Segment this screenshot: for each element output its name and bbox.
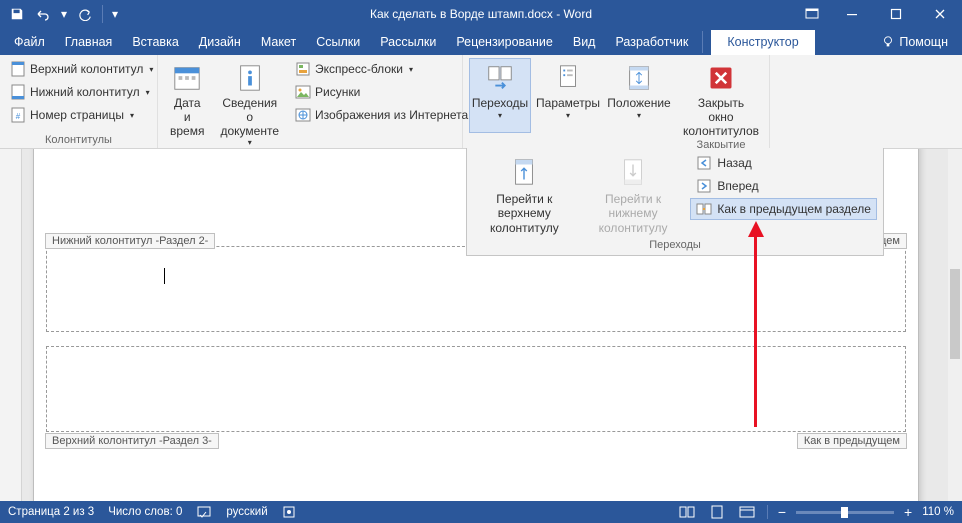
footer-zone[interactable] <box>46 246 906 332</box>
link-previous-icon <box>696 201 712 217</box>
doc-info-button[interactable]: Сведения о документе▾ <box>214 58 285 148</box>
nav-forward-button[interactable]: Вперед <box>690 175 877 197</box>
header-icon <box>10 61 26 77</box>
minimize-icon[interactable] <box>830 0 874 28</box>
back-icon <box>696 155 712 171</box>
quick-access-toolbar: ▾ ▾ <box>0 3 121 25</box>
zoom-slider[interactable] <box>796 511 894 514</box>
bulb-icon <box>881 35 895 49</box>
quick-parts-icon <box>295 61 311 77</box>
calendar-icon <box>171 62 203 94</box>
tab-design[interactable]: Дизайн <box>189 30 251 55</box>
zoom-in-button[interactable]: + <box>904 504 912 520</box>
picture-icon <box>295 84 311 100</box>
link-prev-tag-2: Как в предыдущем <box>797 433 907 449</box>
undo-dropdown-icon[interactable]: ▾ <box>58 3 70 25</box>
tab-home[interactable]: Главная <box>55 30 123 55</box>
tab-file[interactable]: Файл <box>4 30 55 55</box>
tab-developer[interactable]: Разработчик <box>605 30 698 55</box>
footer-icon <box>10 84 26 100</box>
options-button[interactable]: Параметры▾ <box>535 58 601 133</box>
web-layout-icon[interactable] <box>737 504 757 520</box>
tab-review[interactable]: Рецензирование <box>446 30 563 55</box>
footer-tag: Нижний колонтитул -Раздел 2- <box>45 233 215 249</box>
quick-parts-button[interactable]: Экспресс-блоки▾ <box>291 58 472 80</box>
vertical-ruler <box>0 149 22 501</box>
tell-me[interactable]: Помощн <box>873 35 962 55</box>
read-mode-icon[interactable] <box>677 504 697 520</box>
window-controls <box>734 0 962 28</box>
tab-layout[interactable]: Макет <box>251 30 306 55</box>
position-icon <box>623 62 655 94</box>
goto-header-icon <box>508 156 540 188</box>
ribbon: Верхний колонтитул▾ Нижний колонтитул▾ #… <box>0 55 962 149</box>
zoom-out-button[interactable]: − <box>778 504 786 520</box>
close-x-icon <box>705 62 737 94</box>
tab-mailings[interactable]: Рассылки <box>370 30 446 55</box>
goto-footer-button: Перейти к нижнему колонтитулу <box>582 152 685 237</box>
tab-insert[interactable]: Вставка <box>122 30 188 55</box>
header-tag: Верхний колонтитул -Раздел 3- <box>45 433 219 449</box>
transitions-button[interactable]: Переходы▾ <box>469 58 531 133</box>
ribbon-tabs: Файл Главная Вставка Дизайн Макет Ссылки… <box>0 28 962 55</box>
transitions-panel: Перейти к верхнему колонтитулу Перейти к… <box>466 148 884 256</box>
zoom-slider-knob[interactable] <box>841 507 848 518</box>
redo-icon[interactable] <box>74 3 96 25</box>
status-bar: Страница 2 из 3 Число слов: 0 русский − … <box>0 501 962 523</box>
qat-customize-icon[interactable]: ▾ <box>109 3 121 25</box>
options-icon <box>552 62 584 94</box>
scrollbar-thumb[interactable] <box>950 269 960 359</box>
group-navigation: Переходы▾ Параметры▾ Положение▾ <box>463 55 673 148</box>
status-words[interactable]: Число слов: 0 <box>108 506 182 518</box>
panel-label: Переходы <box>473 237 877 253</box>
header-button[interactable]: Верхний колонтитул▾ <box>6 58 157 80</box>
transitions-icon <box>484 62 516 94</box>
pictures-button[interactable]: Рисунки <box>291 81 472 103</box>
spellcheck-icon[interactable] <box>196 505 212 519</box>
zoom-level[interactable]: 110 % <box>922 506 954 518</box>
group-label: Колонтитулы <box>6 133 151 148</box>
macro-icon[interactable] <box>282 505 296 519</box>
group-close: Закрыть окно колонтитулов Закрытие <box>673 55 770 148</box>
print-layout-icon[interactable] <box>707 504 727 520</box>
footer-button[interactable]: Нижний колонтитул▾ <box>6 81 157 103</box>
forward-icon <box>696 178 712 194</box>
group-headers-footers: Верхний колонтитул▾ Нижний колонтитул▾ #… <box>0 55 158 148</box>
page-number-button[interactable]: # Номер страницы▾ <box>6 104 157 126</box>
nav-back-button[interactable]: Назад <box>690 152 877 174</box>
text-cursor <box>164 268 165 284</box>
online-pictures-button[interactable]: Изображения из Интернета <box>291 104 472 126</box>
save-icon[interactable] <box>6 3 28 25</box>
undo-icon[interactable] <box>32 3 54 25</box>
doc-info-icon <box>234 62 266 94</box>
vertical-scrollbar[interactable] <box>948 149 962 501</box>
header-label: Верхний колонтитул <box>30 62 143 76</box>
group-insert: Дата и время Сведения о документе▾ Экспр… <box>158 55 463 148</box>
goto-footer-icon <box>617 156 649 188</box>
goto-header-button[interactable]: Перейти к верхнему колонтитулу <box>473 152 576 237</box>
close-hf-button[interactable]: Закрыть окно колонтитулов <box>679 58 763 138</box>
status-page[interactable]: Страница 2 из 3 <box>8 506 94 518</box>
page-number-label: Номер страницы <box>30 108 124 122</box>
date-time-button[interactable]: Дата и время <box>164 58 210 148</box>
tab-references[interactable]: Ссылки <box>306 30 370 55</box>
title-bar: ▾ ▾ Как сделать в Ворде штамп.docx - Wor… <box>0 0 962 28</box>
tab-view[interactable]: Вид <box>563 30 606 55</box>
page-number-icon: # <box>10 107 26 123</box>
maximize-icon[interactable] <box>874 0 918 28</box>
link-to-previous-button[interactable]: Как в предыдущем разделе <box>690 198 877 220</box>
footer-label: Нижний колонтитул <box>30 85 140 99</box>
header-zone[interactable] <box>46 346 906 432</box>
tab-constructor[interactable]: Конструктор <box>711 30 814 55</box>
status-language[interactable]: русский <box>226 506 267 518</box>
ribbon-options-icon[interactable] <box>794 0 830 28</box>
svg-text:#: # <box>16 112 21 121</box>
tell-me-label: Помощн <box>899 35 948 49</box>
position-button[interactable]: Положение▾ <box>605 58 673 133</box>
online-picture-icon <box>295 107 311 123</box>
close-icon[interactable] <box>918 0 962 28</box>
